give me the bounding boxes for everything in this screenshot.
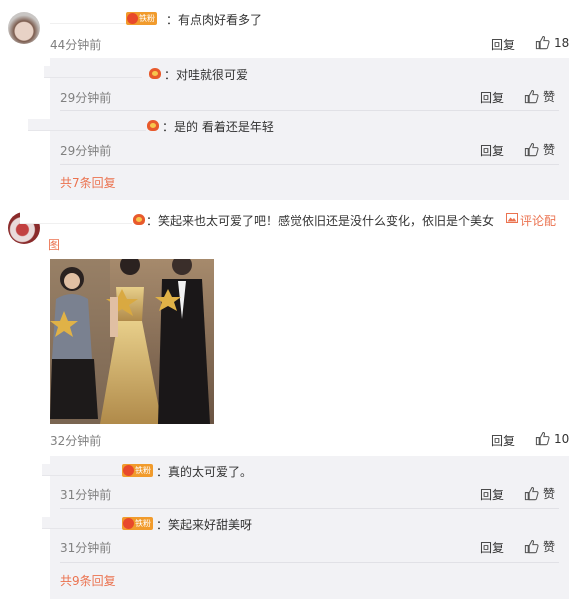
reply-button[interactable]: 回复 [491,36,515,53]
reply-button[interactable]: 回复 [480,486,504,503]
username-redacted[interactable] [42,517,122,529]
reply-time: 31分钟前 [60,488,112,502]
reply-1: ：对哇就很可爱 29分钟前 回复 赞 [44,58,569,110]
comment-1: 铁粉 ：有点肉好看多了 44分钟前 回复 18 ：对哇就很可爱 29分钟前 回复… [0,0,579,200]
replies-box: 铁粉 ：真的太可爱了。 31分钟前 回复 赞 铁粉 ：笑起来好甜美呀 31分钟前… [42,456,569,599]
like-button[interactable]: 赞 [524,538,555,555]
like-label: 赞 [543,487,556,501]
thumbs-up-icon [535,35,550,50]
like-button[interactable]: 赞 [524,88,555,105]
reply-text: ：对哇就很可爱 [164,68,249,82]
like-button[interactable]: 18 [535,35,569,50]
reply-time: 29分钟前 [60,91,112,105]
reply-text: ：笑起来好甜美呀 [156,518,253,532]
reply-time: 31分钟前 [60,541,112,555]
like-count: 10 [554,431,570,446]
reply-button[interactable]: 回复 [480,89,504,106]
comment-photo-image [50,259,214,424]
like-button[interactable]: 赞 [524,141,555,158]
fan-badge: 铁粉 [122,464,153,477]
username-redacted[interactable] [50,12,126,24]
avatar[interactable] [8,12,40,44]
reply-time: 29分钟前 [60,144,112,158]
thumbs-up-icon [524,142,539,157]
like-label: 赞 [543,90,556,104]
reply-2: ：是的 看着还是年轻 29分钟前 回复 赞 [28,111,569,163]
username-redacted[interactable] [20,212,132,224]
replies-box: ：对哇就很可爱 29分钟前 回复 赞 ：是的 看着还是年轻 29分钟前 回复 赞… [28,58,569,200]
username-redacted[interactable] [28,119,146,131]
divider [60,164,559,165]
comment-text: ：有点肉好看多了 [166,13,263,27]
vip-crown-icon [146,119,160,131]
like-label: 赞 [543,143,556,157]
comment-photo[interactable] [50,259,214,424]
username-redacted[interactable] [42,464,122,476]
vip-crown-icon [148,67,162,79]
reply-2: 铁粉 ：笑起来好甜美呀 31分钟前 回复 赞 [42,509,569,561]
image-icon [506,213,518,223]
vip-crown-icon [132,213,146,225]
comment-text: ：笑起来也太可爱了吧！感觉依旧还是没什么变化，依旧是个美女 [146,214,495,228]
thumbs-up-icon [524,539,539,554]
reply-text: ：真的太可爱了。 [156,465,253,479]
comment-2: ：笑起来也太可爱了吧！感觉依旧还是没什么变化，依旧是个美女 图 评论配 32分钟… [0,200,579,600]
like-label: 赞 [543,540,556,554]
reply-1: 铁粉 ：真的太可爱了。 31分钟前 回复 赞 [42,456,569,508]
view-more-replies-link[interactable]: 共9条回复 [60,572,116,589]
divider [60,562,559,563]
comment-image-label-wrap[interactable]: 评论配 [520,212,556,229]
reply-button[interactable]: 回复 [491,432,515,449]
reply-button[interactable]: 回复 [480,142,504,159]
comment-image-label[interactable]: 图 [48,236,60,253]
thumbs-up-icon [535,431,550,446]
like-button[interactable]: 10 [535,431,569,446]
comment-time: 44分钟前 [50,38,102,52]
username-redacted[interactable] [44,66,142,78]
thumbs-up-icon [524,89,539,104]
like-count: 18 [554,35,570,50]
view-more-replies-link[interactable]: 共7条回复 [60,174,116,191]
reply-text: ：是的 看着还是年轻 [162,120,274,134]
fan-badge: 铁粉 [126,12,157,25]
thumbs-up-icon [524,486,539,501]
comment-time: 32分钟前 [50,434,102,448]
reply-button[interactable]: 回复 [480,539,504,556]
like-button[interactable]: 赞 [524,485,555,502]
view-comment-image-link[interactable] [506,212,518,226]
fan-badge: 铁粉 [122,517,153,530]
